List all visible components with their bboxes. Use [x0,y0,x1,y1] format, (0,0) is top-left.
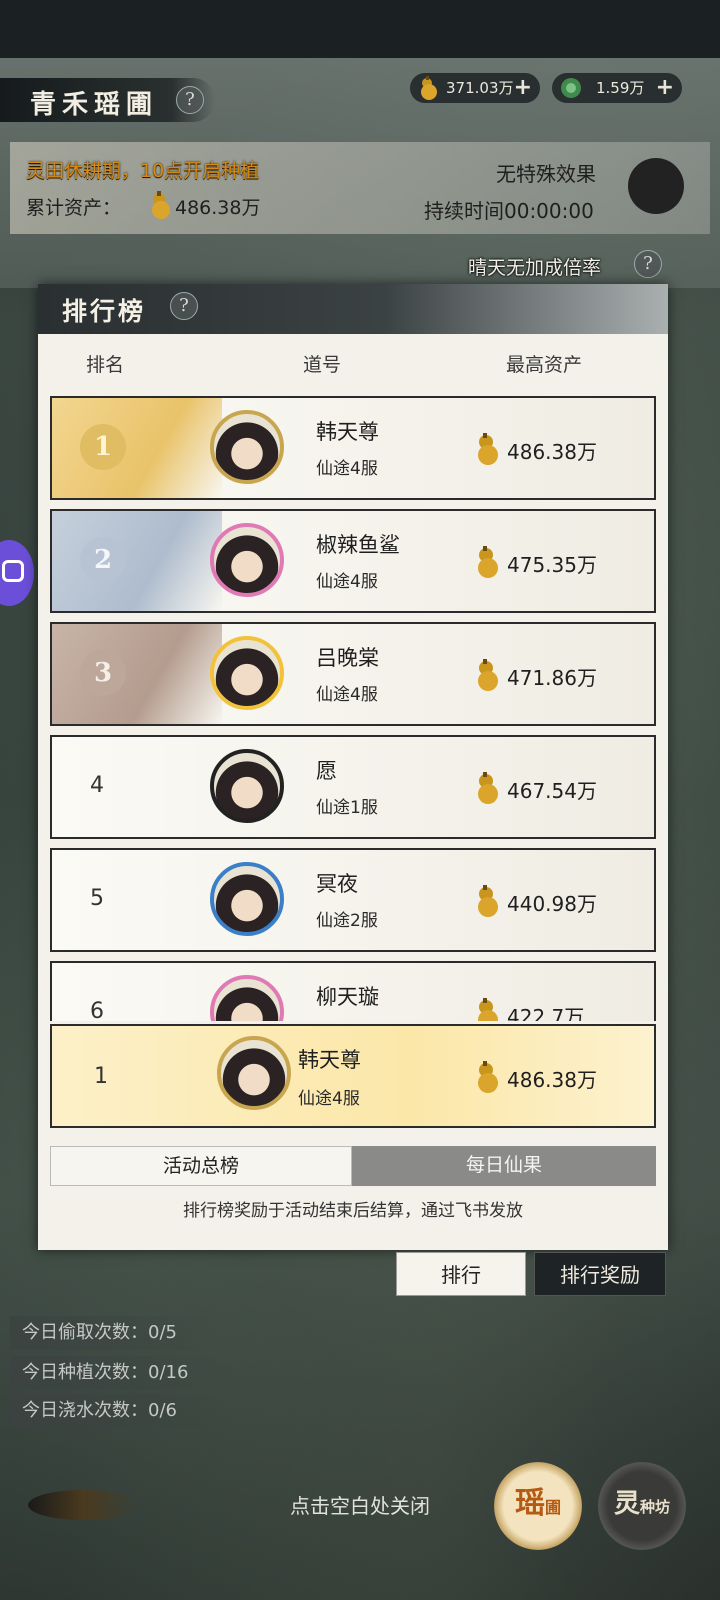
leaderboard-modal: 排行榜 ? 排名 道号 最高资产 1 韩天尊 仙途4服 486.38万 2 椒辣… [38,284,668,1250]
daily-water-count: 今日浇水次数：0/6 [10,1394,230,1428]
tab-event-total[interactable]: 活动总榜 [50,1146,352,1186]
my-rank-row: 1 韩天尊 仙途4服 486.38万 [50,1024,656,1128]
leaderboard-row[interactable]: 5 冥夜 仙途2服 440.98万 [50,848,656,952]
rank-medal-gold: 1 [80,424,126,470]
gold-currency-value: 371.03万 [446,79,514,97]
rank-medal-silver: 2 [80,537,126,583]
leaderboard-row[interactable]: 1 韩天尊 仙途4服 486.38万 [50,396,656,500]
avatar[interactable] [217,1036,291,1110]
player-name: 吕晚棠 [316,646,379,670]
tab-daily-fruit[interactable]: 每日仙果 [352,1146,656,1186]
rank-band-gold [52,398,222,498]
status-bar-area [0,0,720,58]
asset-value: 440.98万 [507,892,597,916]
leaderboard-help-icon[interactable]: ? [170,292,198,320]
asset-value: 471.86万 [507,666,597,690]
column-assets: 最高资产 [506,354,583,376]
my-rank-number: 1 [94,1064,108,1089]
gourd-icon [421,76,437,100]
player-server: 仙途4服 [316,685,378,705]
gourd-icon [152,191,170,219]
my-asset-value: 486.38万 [507,1068,597,1092]
daily-plant-count: 今日种植次数：0/16 [10,1356,230,1390]
my-player-server: 仙途4服 [298,1089,360,1109]
gourd-icon [478,998,498,1021]
modal-title: 排行榜 [62,297,147,326]
avatar[interactable] [210,523,284,597]
player-server: 仙途4服 [316,459,378,479]
ling-icon-sublabel: 种坊 [640,1498,671,1516]
rank-medal-bronze: 3 [80,650,126,696]
fallow-notice: 灵田休耕期，10点开启种植 [26,160,260,182]
asset-value: 486.38万 [507,440,597,464]
player-server: 仙途4服 [316,572,378,592]
page-title: 青禾瑶圃 [30,90,159,120]
rank-button[interactable]: 排行 [396,1252,526,1296]
asset-value: 422.7万 [507,1005,585,1021]
player-server: 仙途1服 [316,798,378,818]
player-name: 冥夜 [316,872,358,896]
player-name: 柳天璇 [316,985,379,1009]
player-name: 椒辣鱼鲨 [316,533,400,557]
green-currency-value: 1.59万 [596,79,645,97]
gourd-icon [478,659,498,691]
avatar[interactable] [210,410,284,484]
rank-number: 5 [90,886,104,911]
avatar[interactable] [210,862,284,936]
player-name: 愿 [316,759,337,783]
gourd-icon [478,1061,498,1093]
leaderboard-row[interactable]: 4 愿 仙途1服 467.54万 [50,735,656,839]
avatar[interactable] [210,749,284,823]
weather-icon[interactable] [628,158,684,214]
green-add-icon[interactable]: + [656,73,674,103]
gourd-icon [478,546,498,578]
title-help-icon[interactable]: ? [176,86,204,114]
rank-band-silver [52,511,222,611]
my-player-name: 韩天尊 [298,1048,361,1072]
yao-garden-icon[interactable]: 瑶圃 [494,1462,582,1550]
weather-effect: 无特殊效果 [496,162,596,186]
leaderboard-row[interactable]: 3 吕晚棠 仙途4服 471.86万 [50,622,656,726]
weather-help-icon[interactable]: ? [634,250,662,278]
jade-leaf-icon [561,78,581,98]
rank-number: 4 [90,773,104,798]
column-name: 道号 [303,354,342,376]
player-server: 仙途2服 [316,911,378,931]
seed-workshop-icon[interactable]: 灵种坊 [598,1462,686,1550]
rank-band-bronze [52,624,222,724]
column-headers: 排名 道号 最高资产 [38,350,668,390]
leaderboard-row[interactable]: 6 柳天璇 422.7万 [50,961,656,1021]
leaderboard-row[interactable]: 2 椒辣鱼鲨 仙途4服 475.35万 [50,509,656,613]
green-currency[interactable]: 1.59万 + [552,73,682,103]
gourd-icon [478,433,498,465]
yao-icon-sublabel: 圃 [544,1498,561,1517]
yao-icon-label: 瑶 [514,1486,545,1521]
gold-currency[interactable]: 371.03万 + [410,73,540,103]
avatar[interactable] [210,636,284,710]
reward-note: 排行榜奖励于活动结束后结算，通过飞书发放 [183,1201,523,1221]
rank-number: 6 [90,999,104,1021]
effect-duration: 持续时间00:00:00 [424,199,594,223]
column-rank: 排名 [86,354,125,376]
daily-steal-count: 今日偷取次数：0/5 [10,1316,230,1350]
gold-add-icon[interactable]: + [514,73,532,103]
ling-icon-label: 灵 [613,1489,640,1519]
total-assets-label: 累计资产： [26,197,122,219]
gourd-icon [478,772,498,804]
avatar[interactable] [210,975,284,1021]
rank-reward-button[interactable]: 排行奖励 [534,1252,666,1296]
weather-multiplier-note: 晴天无加成倍率 [468,257,602,279]
gourd-icon [478,885,498,917]
total-assets-value: 486.38万 [175,197,261,219]
asset-value: 467.54万 [507,779,597,803]
player-name: 韩天尊 [316,420,379,444]
asset-value: 475.35万 [507,553,597,577]
